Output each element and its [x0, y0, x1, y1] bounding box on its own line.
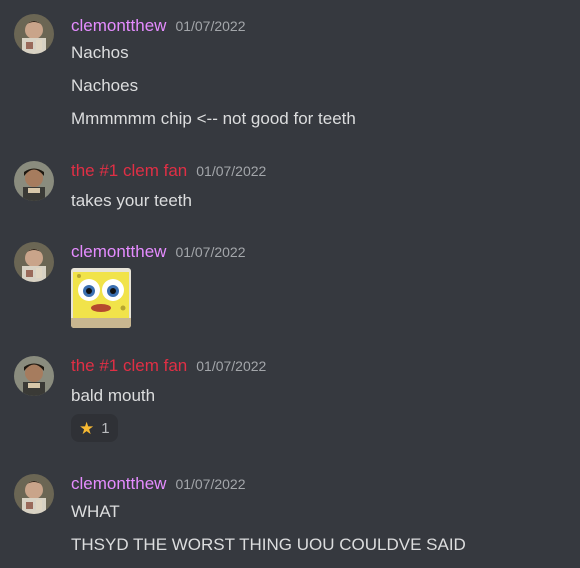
avatar-clem-fan[interactable] — [14, 356, 54, 396]
message-text: takes your teeth — [71, 191, 192, 210]
timestamp: 01/07/2022 — [196, 163, 267, 179]
chat-messages: clemontthew 01/07/2022 Nachos Nachoes Mmm… — [0, 0, 580, 568]
message-text: THSYD THE WORST THING UOU COULDVE SAID — [71, 535, 466, 554]
message-text: bald mouth — [71, 386, 156, 405]
reaction-button[interactable]: ★ 1 — [71, 414, 118, 442]
timestamp: 01/07/2022 — [175, 476, 246, 492]
message-text: Mmmmmm chip <-- not good for teeth — [71, 109, 356, 128]
avatar-clemontthew[interactable] — [14, 242, 54, 282]
avatar-clemontthew[interactable] — [14, 474, 54, 514]
star-icon: ★ — [79, 418, 95, 438]
username[interactable]: clemontthew — [71, 474, 166, 493]
message-text: Nachoes — [71, 76, 139, 95]
message-text: Nachos — [71, 43, 129, 62]
username[interactable]: the #1 clem fan — [71, 161, 187, 180]
timestamp: 01/07/2022 — [196, 358, 267, 374]
timestamp: 01/07/2022 — [175, 18, 246, 34]
avatar-clem-fan[interactable] — [14, 161, 54, 201]
username[interactable]: clemontthew — [71, 16, 166, 35]
message-text: WHAT — [71, 502, 120, 521]
username[interactable]: clemontthew — [71, 242, 166, 261]
username[interactable]: the #1 clem fan — [71, 356, 187, 375]
spongebob-image[interactable] — [71, 268, 131, 328]
timestamp: 01/07/2022 — [175, 244, 246, 260]
avatar-clemontthew[interactable] — [14, 14, 54, 54]
reaction-count: 1 — [101, 419, 110, 437]
